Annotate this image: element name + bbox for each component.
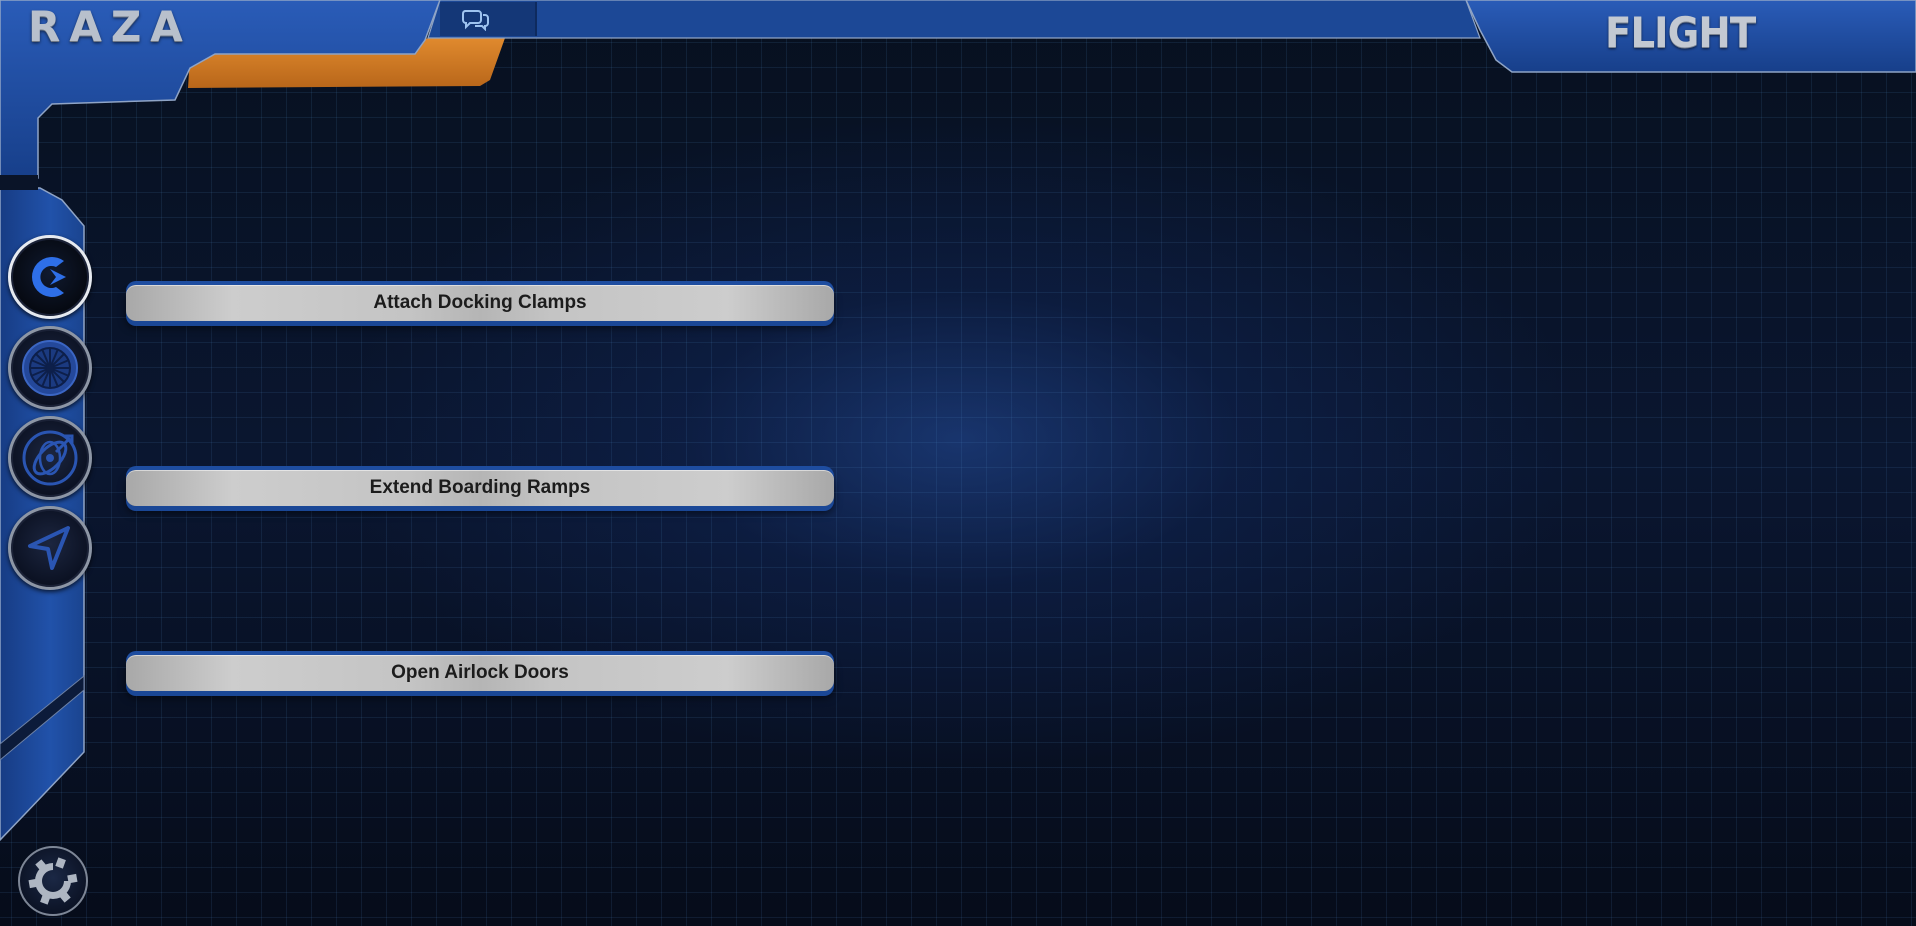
gear-icon [28,857,78,905]
extend-boarding-ramps-button[interactable]: Extend Boarding Ramps [126,470,834,506]
nav-engine-button[interactable] [8,326,92,410]
engine-turbine-icon [22,340,78,396]
chat-bubbles-icon [462,10,489,31]
settings-button[interactable] [18,846,88,916]
open-airlock-doors-button[interactable]: Open Airlock Doors [126,655,834,691]
nav-orbit-button[interactable] [8,416,92,500]
docking-icon [31,257,66,297]
navigation-arrow-icon [28,526,70,570]
orbit-target-icon [22,430,78,486]
chat-button[interactable] [458,3,494,35]
hud-frame [0,0,1916,842]
nav-docking-button[interactable] [8,235,92,319]
nav-navigation-button[interactable] [8,506,92,590]
attach-docking-clamps-button[interactable]: Attach Docking Clamps [126,285,834,321]
section-title: FLIGHT [1605,8,1756,57]
app-logo: RAZA [28,2,192,51]
